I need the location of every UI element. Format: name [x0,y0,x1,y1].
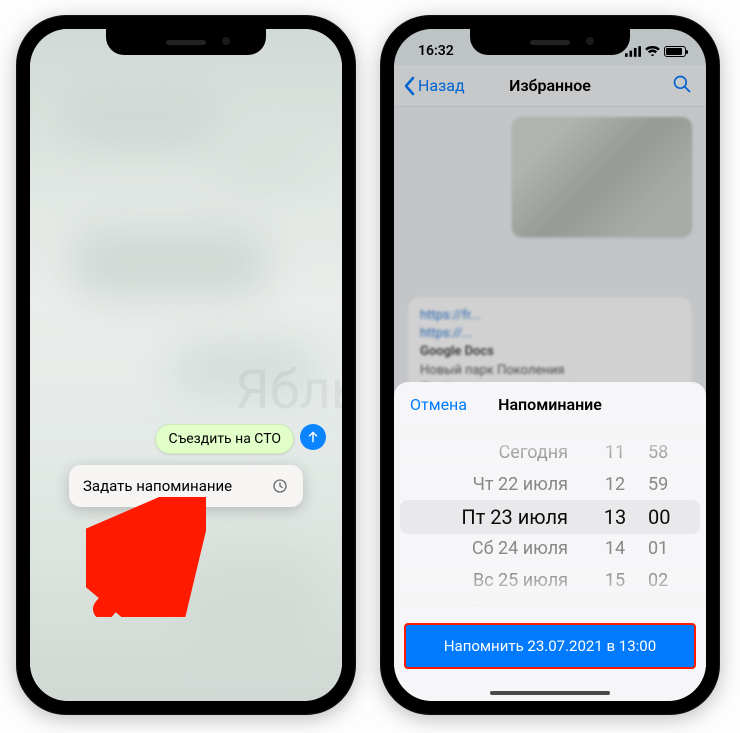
picker-item[interactable]: 15 [605,568,625,594]
sheet-title: Напоминание [498,395,602,414]
picker-date-column[interactable]: Вт 20 июля Сегодня Чт 22 июля Пт 23 июля Сб … [394,427,586,607]
picker-item[interactable]: 57 [648,427,668,434]
screen-left: Яблык Съездить на СТО Задать напоминание [30,29,342,701]
picker-item[interactable]: 02 [648,568,668,594]
picker-item[interactable]: 12 [605,472,625,498]
picker-item[interactable]: Сегодня [499,440,568,466]
phone-left: Яблык Съездить на СТО Задать напоминание [16,15,356,715]
picker-item[interactable]: 13 [604,504,626,530]
send-button[interactable] [300,424,326,450]
phone-right: 16:32 Назад Избранное https://fr... http… [380,15,720,715]
picker-item[interactable]: Чт 22 июля [473,472,568,498]
picker-item[interactable]: 16 [605,600,625,607]
reminder-button-label: Задать напоминание [83,477,232,495]
picker-item[interactable]: Вс 25 июля [473,568,568,594]
arrow-up-icon [306,430,320,444]
clock-icon [271,477,289,495]
annotation-arrow [86,497,206,617]
screen-right: 16:32 Назад Избранное https://fr... http… [394,29,706,701]
datetime-picker[interactable]: Вт 20 июля Сегодня Чт 22 июля Пт 23 июля Сб … [394,427,706,607]
picker-item[interactable]: 14 [605,536,625,562]
picker-item[interactable]: 11 [605,440,625,466]
submit-reminder-button[interactable]: Напомнить 23.07.2021 в 13:00 [404,623,696,669]
home-indicator [490,691,610,695]
picker-item[interactable]: Пт 23 июля [461,504,568,530]
watermark-text: Яблык [235,359,342,422]
picker-item[interactable]: 01 [648,536,668,562]
picker-item[interactable]: 00 [648,504,670,530]
picker-item[interactable]: 03 [648,600,668,607]
picker-hour-column[interactable]: 10 11 12 13 14 15 16 [586,427,644,607]
picker-minute-column[interactable]: 57 58 59 00 01 02 03 [644,427,706,607]
picker-item[interactable]: Пн 26 июля [470,600,568,607]
picker-item[interactable]: Сб 24 июля [472,536,568,562]
sheet-header: Отмена Напоминание [394,382,706,427]
picker-item[interactable]: 58 [648,440,668,466]
outgoing-message[interactable]: Съездить на СТО [155,424,294,454]
notch [470,29,630,55]
reminder-sheet: Отмена Напоминание Вт 20 июля Сегодня Чт 2… [394,382,706,701]
notch [106,29,266,55]
picker-item[interactable]: 10 [605,427,625,434]
picker-item[interactable]: Вт 20 июля [474,427,568,434]
cancel-button[interactable]: Отмена [410,395,467,414]
picker-item[interactable]: 59 [648,472,668,498]
